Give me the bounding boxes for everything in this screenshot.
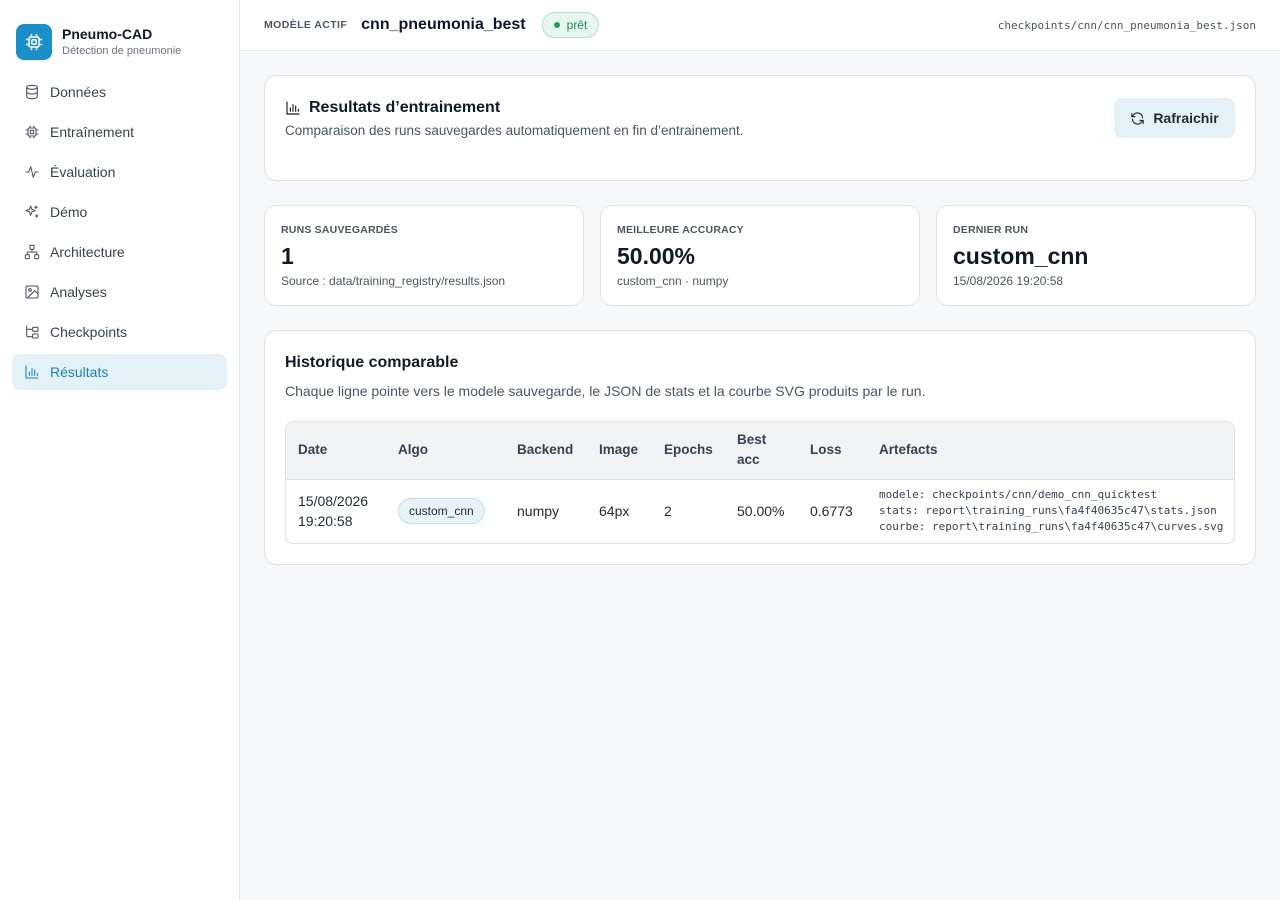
- cell-epochs: 2: [664, 503, 672, 520]
- stat-value: custom_cnn: [953, 243, 1089, 269]
- sparkles-icon: [24, 204, 40, 220]
- cell-backend: numpy: [517, 503, 560, 520]
- stat-note: 15/08/2026 19:20:58: [953, 274, 1064, 288]
- sidebar-item-label: Architecture: [50, 244, 125, 260]
- network-icon: [24, 244, 40, 260]
- status-badge: prêt: [541, 12, 600, 38]
- sidebar-item-entrainement[interactable]: Entraînement: [12, 114, 227, 150]
- checkpoint-path: checkpoints/cnn/cnn_pneumonia_best.json: [997, 18, 1256, 32]
- sidebar-item-analyses[interactable]: Analyses: [12, 274, 227, 310]
- cell-best-acc: 50.00%: [737, 503, 785, 520]
- sidebar: Pneumo-CAD Détection de pneumonie Donnée…: [0, 0, 240, 900]
- active-model-label: MODÈLE ACTIF: [264, 19, 348, 31]
- stat-card-last-run: DERNIER RUN custom_cnn 15/08/2026 19:20:…: [936, 205, 1256, 306]
- sidebar-item-label: Démo: [50, 204, 88, 220]
- sidebar-nav: Données Entraînement Évaluation Démo Arc…: [0, 74, 239, 390]
- status-text: prêt: [566, 18, 588, 32]
- history-subtitle: Chaque ligne pointe vers le modele sauve…: [285, 383, 926, 399]
- stat-value: 50.00%: [617, 243, 696, 269]
- history-table: Date Algo Backend Image Epochs Best acc …: [286, 422, 1234, 543]
- bar-chart-icon: [24, 364, 40, 380]
- sidebar-item-label: Checkpoints: [50, 324, 128, 340]
- page-subtitle: Comparaison des runs sauvegardes automat…: [285, 123, 744, 138]
- column-header-loss: Loss: [810, 442, 842, 458]
- algo-badge: custom_cnn: [398, 498, 485, 525]
- cell-date: 15/08/2026 19:20:58: [286, 479, 386, 543]
- sidebar-item-checkpoints[interactable]: Checkpoints: [12, 314, 227, 350]
- results-header-card: Resultats d’entrainement Comparaison des…: [264, 75, 1256, 181]
- stat-label: MEILLEURE ACCURACY: [617, 224, 744, 236]
- brand: Pneumo-CAD Détection de pneumonie: [0, 0, 239, 64]
- sidebar-item-demo[interactable]: Démo: [12, 194, 227, 230]
- database-icon: [24, 84, 40, 100]
- column-header-best-acc: Best acc: [737, 432, 767, 468]
- chip-icon: [16, 24, 52, 60]
- cell-algo: custom_cnn: [386, 479, 505, 543]
- active-model-name: cnn_pneumonia_best: [361, 16, 526, 33]
- table-row: 15/08/2026 19:20:58 custom_cnn numpy 64p…: [286, 479, 1234, 543]
- column-header-artefacts: Artefacts: [879, 442, 938, 458]
- app-title: Pneumo-CAD: [62, 26, 153, 42]
- sidebar-item-label: Analyses: [50, 284, 107, 300]
- column-header-epochs: Epochs: [664, 442, 713, 458]
- image-icon: [24, 284, 40, 300]
- status-dot-icon: [553, 22, 560, 28]
- stat-card-best-accuracy: MEILLEURE ACCURACY 50.00% custom_cnn · n…: [600, 205, 920, 306]
- cell-image: 64px: [599, 503, 630, 520]
- column-header-backend: Backend: [517, 442, 574, 458]
- stat-note: custom_cnn · numpy: [617, 274, 729, 288]
- history-title: Historique comparable: [285, 354, 459, 371]
- artefact-stats-link[interactable]: stats: report\training_runs\fa4f40635c47…: [879, 503, 1224, 519]
- refresh-button[interactable]: Rafraichir: [1114, 98, 1235, 138]
- cell-artefacts: modele: checkpoints/cnn/demo_cnn_quickte…: [867, 479, 1234, 543]
- app-subtitle: Détection de pneumonie: [62, 45, 182, 57]
- page-title: Resultats d’entrainement: [285, 99, 500, 117]
- history-card: Historique comparable Chaque ligne point…: [264, 330, 1256, 565]
- folder-tree-icon: [24, 324, 40, 340]
- artefact-model-link[interactable]: modele: checkpoints/cnn/demo_cnn_quickte…: [879, 487, 1224, 503]
- activity-icon: [24, 164, 40, 180]
- sidebar-item-label: Données: [50, 84, 107, 100]
- chip-icon: [24, 124, 40, 140]
- cell-loss: 0.6773: [810, 503, 853, 520]
- sidebar-item-resultats[interactable]: Résultats: [12, 354, 227, 390]
- cell-date-time: 19:20:58: [298, 513, 353, 530]
- bar-chart-icon: [286, 101, 300, 115]
- column-header-date: Date: [298, 442, 328, 458]
- sidebar-item-donnees[interactable]: Données: [12, 74, 227, 110]
- sidebar-item-evaluation[interactable]: Évaluation: [12, 154, 227, 190]
- column-header-image: Image: [599, 442, 639, 458]
- stat-note: Source : data/training_registry/results.…: [281, 274, 506, 288]
- sidebar-item-label: Évaluation: [50, 164, 116, 180]
- refresh-icon: [1131, 111, 1144, 125]
- cell-date-day: 15/08/2026: [298, 493, 369, 510]
- stat-card-runs: RUNS SAUVEGARDÉS 1 Source : data/trainin…: [264, 205, 584, 306]
- artefact-curve-link[interactable]: courbe: report\training_runs\fa4f40635c4…: [879, 519, 1224, 535]
- column-header-algo: Algo: [398, 442, 428, 458]
- topbar: MODÈLE ACTIF cnn_pneumonia_best prêt che…: [240, 0, 1280, 51]
- refresh-button-label: Rafraichir: [1153, 110, 1219, 126]
- sidebar-item-label: Résultats: [50, 364, 109, 380]
- sidebar-item-label: Entraînement: [50, 124, 135, 140]
- history-table-wrapper[interactable]: Date Algo Backend Image Epochs Best acc …: [285, 421, 1235, 544]
- stat-label: DERNIER RUN: [953, 224, 1029, 236]
- sidebar-item-architecture[interactable]: Architecture: [12, 234, 227, 270]
- stat-value: 1: [281, 243, 294, 269]
- table-header-row: Date Algo Backend Image Epochs Best acc …: [286, 422, 1234, 479]
- stat-label: RUNS SAUVEGARDÉS: [281, 224, 398, 236]
- page-title-text: Resultats d’entrainement: [309, 99, 501, 116]
